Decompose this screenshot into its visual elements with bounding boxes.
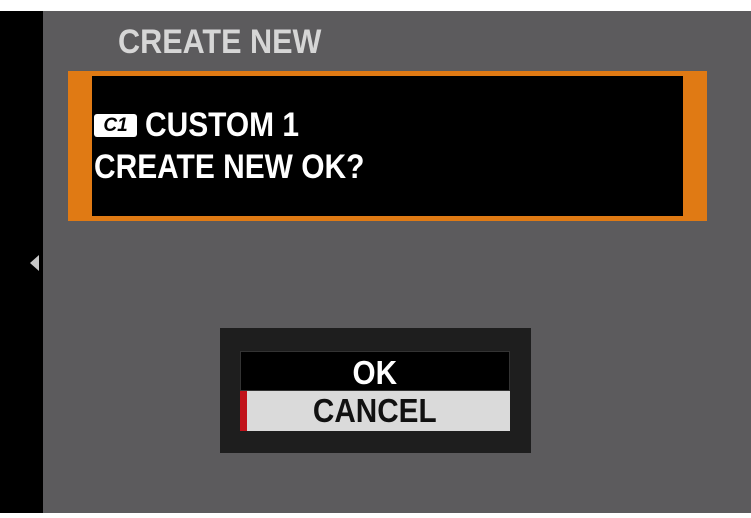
camera-menu-screen: CREATE NEW C1 CUSTOM 1 CREATE NEW OK? OK… [0,11,751,513]
selection-marker [240,391,247,431]
message-box: C1 CUSTOM 1 CREATE NEW OK? [92,76,683,216]
ok-label: OK [352,354,398,391]
custom-setting-name: CUSTOM 1 [145,106,300,144]
confirm-question: CREATE NEW OK? [94,148,365,186]
page-title: CREATE NEW [118,23,322,61]
cancel-label: CANCEL [313,392,437,429]
left-arrow-icon[interactable] [30,255,39,271]
confirm-dialog: OK CANCEL [220,328,531,453]
left-rail [0,11,43,513]
message-panel: C1 CUSTOM 1 CREATE NEW OK? [68,71,707,221]
ok-button[interactable]: OK [240,351,510,391]
option-list: OK CANCEL [240,351,510,431]
cancel-button[interactable]: CANCEL [240,391,510,431]
message-line-custom: C1 CUSTOM 1 [94,106,320,145]
c1-badge-icon: C1 [94,114,137,137]
